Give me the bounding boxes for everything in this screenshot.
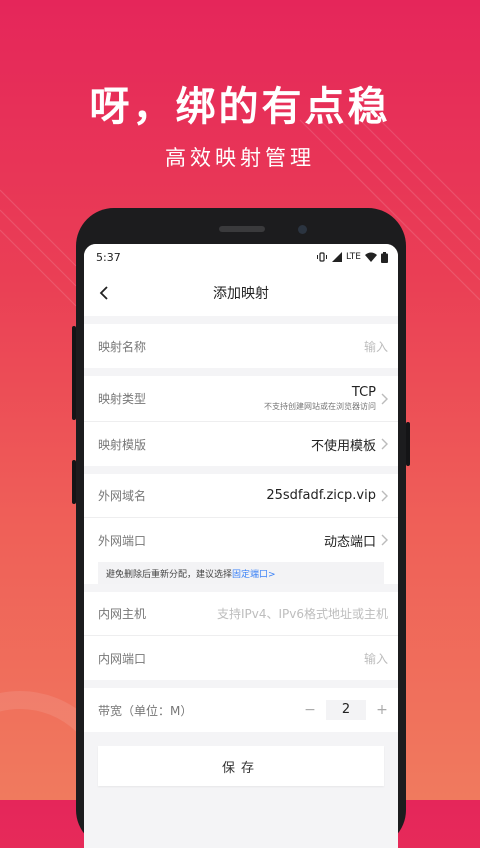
page-title: 添加映射 — [213, 286, 269, 302]
internal-host-row[interactable]: 内网主机 支持IPv4、IPv6格式地址或主机 — [84, 592, 398, 636]
fixed-port-link[interactable]: 固定端口> — [232, 567, 276, 580]
mapping-template-row[interactable]: 映射模版 不使用模板 — [84, 422, 398, 466]
status-time: 5:37 — [96, 250, 121, 264]
mapping-type-note: 不支持创建网站或在浏览器访问 — [264, 402, 376, 411]
mapping-name-label: 映射名称 — [98, 339, 147, 354]
bandwidth-row: 带宽（单位：M） − 2 + — [84, 688, 398, 732]
external-port-label: 外网端口 — [98, 533, 147, 548]
vibrate-icon — [317, 252, 328, 262]
external-port-row[interactable]: 外网端口 动态端口 — [84, 518, 398, 562]
app-screen: 5:37 LTE 添加映射 映射名称 输入 映射类型 TCP 不支持创建网站或在… — [84, 244, 398, 848]
form-group-type: 映射类型 TCP 不支持创建网站或在浏览器访问 映射模版 不使用模板 — [84, 376, 398, 466]
mapping-type-row[interactable]: 映射类型 TCP 不支持创建网站或在浏览器访问 — [84, 376, 398, 422]
bandwidth-stepper: − 2 + — [304, 700, 388, 720]
chevron-left-icon — [99, 286, 108, 300]
hero-title: 呀，绑的有点稳 — [89, 84, 391, 130]
internal-port-label: 内网端口 — [98, 651, 147, 666]
external-domain-label: 外网域名 — [98, 489, 147, 503]
form-group-internal: 内网主机 支持IPv4、IPv6格式地址或主机 内网端口 输入 — [84, 592, 398, 680]
phone-side-button — [406, 422, 410, 466]
hero-subtitle: 高效映射管理 — [165, 146, 315, 170]
network-label: LTE — [346, 252, 361, 262]
increase-button[interactable]: + — [376, 702, 388, 718]
form-group-bandwidth: 带宽（单位：M） − 2 + — [84, 688, 398, 732]
chevron-right-icon — [381, 438, 388, 450]
internal-host-label: 内网主机 — [98, 607, 147, 621]
port-tip-text: 避免删除后重新分配，建议选择 — [106, 569, 233, 580]
save-button[interactable]: 保存 — [98, 746, 384, 786]
status-bar: 5:37 LTE — [84, 244, 398, 270]
phone-speaker — [219, 226, 265, 232]
port-tip: 避免删除后重新分配，建议选择 固定端口> — [98, 562, 384, 584]
chevron-right-icon — [381, 534, 388, 546]
battery-icon — [381, 251, 388, 263]
back-button[interactable] — [92, 281, 116, 305]
mapping-type-value: TCP — [351, 385, 376, 400]
chevron-right-icon — [381, 393, 388, 404]
mapping-name-row[interactable]: 映射名称 输入 — [84, 324, 398, 368]
bandwidth-value[interactable]: 2 — [326, 700, 366, 720]
phone-side-button — [72, 460, 76, 504]
external-domain-row[interactable]: 外网域名 25sdfadf.zicp.vip — [84, 474, 398, 518]
internal-port-input[interactable]: 输入 — [364, 650, 388, 667]
external-port-value: 动态端口 — [323, 534, 376, 550]
phone-camera — [298, 225, 307, 234]
mapping-template-value: 不使用模板 — [310, 438, 376, 454]
external-domain-value: 25sdfadf.zicp.vip — [266, 488, 376, 503]
chevron-right-icon — [381, 490, 388, 501]
wifi-icon — [365, 252, 377, 262]
mapping-name-input[interactable]: 输入 — [364, 338, 388, 355]
phone-frame: 5:37 LTE 添加映射 映射名称 输入 映射类型 TCP 不支持创建网站或在… — [72, 208, 410, 848]
signal-icon — [332, 252, 343, 262]
form-group-external: 外网域名 25sdfadf.zicp.vip 外网端口 动态端口 避免删除后重新… — [84, 474, 398, 584]
decrease-button[interactable]: − — [304, 702, 316, 718]
internal-host-input[interactable]: 支持IPv4、IPv6格式地址或主机 — [217, 605, 388, 622]
form-group-basic: 映射名称 输入 — [84, 324, 398, 368]
phone-side-button — [72, 326, 76, 420]
nav-bar: 添加映射 — [84, 270, 398, 316]
mapping-template-label: 映射模版 — [98, 437, 147, 452]
bandwidth-label: 带宽（单位：M） — [98, 703, 193, 718]
mapping-type-label: 映射类型 — [98, 392, 147, 406]
internal-port-row[interactable]: 内网端口 输入 — [84, 636, 398, 680]
